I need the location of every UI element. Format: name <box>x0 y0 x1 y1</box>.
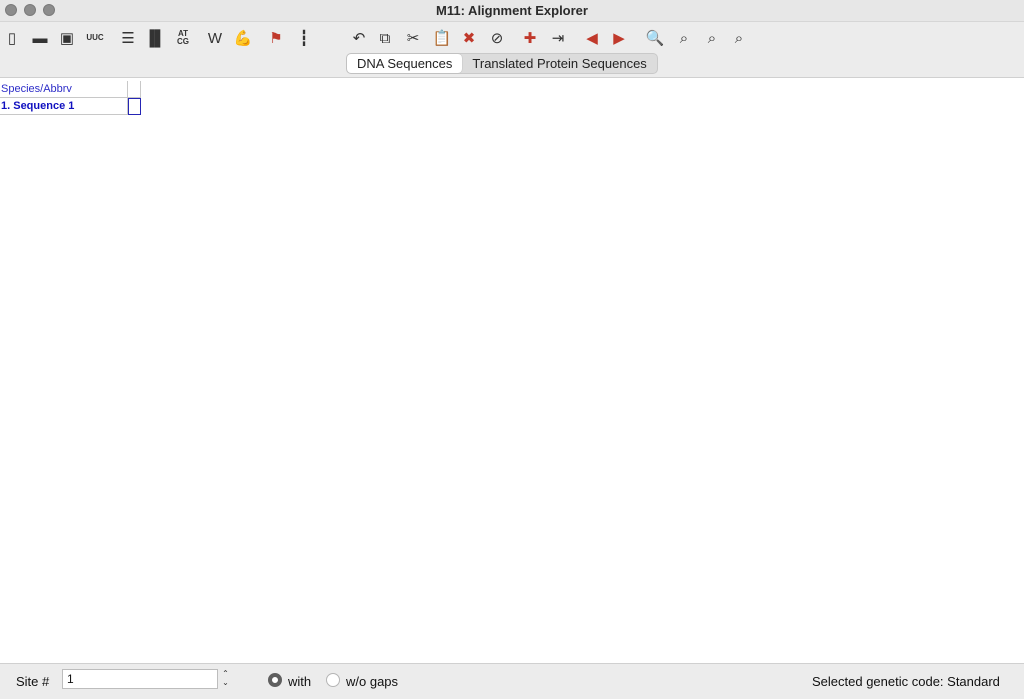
site-number-input[interactable] <box>62 669 218 689</box>
tab-strip: DNA Sequences Translated Protein Sequenc… <box>0 53 1024 77</box>
add-sequence-icon[interactable]: ⇥ <box>546 26 570 50</box>
muscle-icon[interactable]: 💪 <box>231 26 255 50</box>
tab-dna-sequences[interactable]: DNA Sequences <box>347 54 463 73</box>
without-gaps-radio[interactable] <box>326 673 340 687</box>
search-icon[interactable]: 🔍 <box>643 26 667 50</box>
selected-site-cell[interactable] <box>128 98 141 115</box>
save-icon[interactable]: ▣ <box>55 26 79 50</box>
tab-translated-protein-sequences[interactable]: Translated Protein Sequences <box>462 54 656 73</box>
with-label: with <box>288 674 312 689</box>
w-icon[interactable]: W <box>203 26 227 50</box>
open-folder-icon[interactable]: ▬ <box>28 26 52 50</box>
species-header[interactable]: Species/Abbrv <box>0 81 128 98</box>
search-mark-icon[interactable]: ⌕ <box>727 26 751 50</box>
sequence-name-cell[interactable]: 1. Sequence 1 <box>0 98 128 115</box>
delete-gap-icon[interactable]: ⊘ <box>485 26 509 50</box>
alignment-explorer-window: M11: Alignment Explorer ▯ ▬ ▣ UUC ☰ ▐▌ AT CG W 💪… <box>0 0 1024 699</box>
segmented-tabs: DNA Sequences Translated Protein Sequenc… <box>346 53 658 74</box>
alignment-grid-area[interactable]: Species/Abbrv 1. Sequence 1 <box>0 77 1024 663</box>
insert-icon[interactable]: ✚ <box>518 26 542 50</box>
flag-icon[interactable]: ⚑ <box>264 26 288 50</box>
window-title: M11: Alignment Explorer <box>436 3 588 18</box>
grid-header-row: Species/Abbrv <box>0 81 141 98</box>
search-next-icon[interactable]: ⌕ <box>700 26 724 50</box>
paste-icon[interactable]: 📋 <box>430 26 454 50</box>
undo-icon[interactable]: ↶ <box>347 26 371 50</box>
stepper-down-icon[interactable]: ⌄ <box>219 678 232 687</box>
text-file-icon[interactable]: ☰ <box>116 26 140 50</box>
status-bar: Site # ⌃ ⌄ with w/o gaps Selected geneti… <box>0 663 1024 699</box>
without-gaps-label: w/o gaps <box>346 674 399 689</box>
cut-icon[interactable]: ✂ <box>401 26 425 50</box>
uuc-icon[interactable]: UUC <box>83 26 107 50</box>
marker-icon[interactable]: ┇ <box>292 26 316 50</box>
sequence-row: 1. Sequence 1 <box>0 98 141 115</box>
align-columns-icon[interactable]: ▐▌ <box>143 26 167 50</box>
copy-icon[interactable]: ⧉ <box>373 26 397 50</box>
site-label: Site # <box>16 674 50 689</box>
search-prev-icon[interactable]: ⌕ <box>672 26 696 50</box>
title-bar: M11: Alignment Explorer <box>0 0 1024 22</box>
toolbar: ▯ ▬ ▣ UUC ☰ ▐▌ AT CG W 💪 ⚑ ┇ ↶ ⧉ ✂ 📋 ✖ ⊘ ✚ ⇥ ◀ ▶ 🔍 ⌕ ⌕ ⌕ <box>0 23 1024 53</box>
delete-icon[interactable]: ✖ <box>457 26 481 50</box>
new-icon[interactable]: ▯ <box>0 26 24 50</box>
alignment-grid: Species/Abbrv 1. Sequence 1 <box>0 81 141 115</box>
header-seq-cell[interactable] <box>128 81 141 98</box>
move-left-icon[interactable]: ◀ <box>580 26 604 50</box>
atcg-icon[interactable]: AT CG <box>171 26 195 50</box>
genetic-code-status: Selected genetic code: Standard <box>812 674 1000 689</box>
with-gaps-radio[interactable] <box>268 673 282 687</box>
move-right-icon[interactable]: ▶ <box>607 26 631 50</box>
site-stepper[interactable]: ⌃ ⌄ <box>219 669 232 689</box>
stepper-up-icon[interactable]: ⌃ <box>219 669 232 678</box>
